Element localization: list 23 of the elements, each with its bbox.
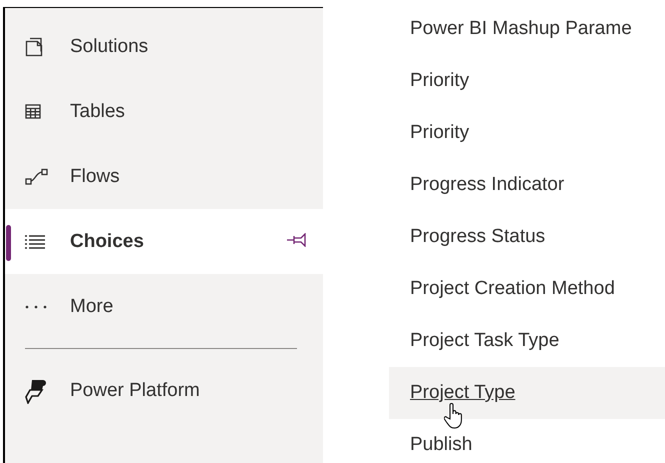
choice-link[interactable]: Publish — [389, 419, 665, 463]
choice-link[interactable]: Priority — [389, 55, 665, 107]
more-icon — [25, 304, 47, 308]
table-icon — [25, 104, 41, 119]
nav-item[interactable]: Power Platform — [5, 358, 323, 423]
nav-item[interactable]: Tables — [5, 79, 323, 144]
choice-link[interactable]: Progress Indicator — [389, 159, 665, 211]
choice-link[interactable]: Priority — [389, 107, 665, 159]
pin-icon[interactable] — [287, 233, 307, 247]
selection-indicator — [6, 225, 11, 261]
choice-link[interactable]: Project Creation Method — [389, 263, 665, 315]
hand-cursor-icon — [444, 403, 462, 429]
nav-item[interactable]: Solutions — [5, 14, 323, 79]
nav-item[interactable]: More — [5, 274, 323, 339]
choice-link[interactable]: Project Task Type — [389, 315, 665, 367]
platform-logo-icon — [25, 378, 47, 404]
stacked-panels-icon — [25, 36, 45, 56]
list-icon — [25, 234, 45, 250]
nav-item[interactable]: Flows — [5, 144, 323, 209]
flow-icon — [25, 168, 49, 186]
nav-item[interactable]: Choices — [5, 209, 323, 274]
choice-link[interactable]: Progress Status — [389, 211, 665, 263]
choice-link[interactable]: Power BI Mashup Parame — [389, 3, 665, 55]
